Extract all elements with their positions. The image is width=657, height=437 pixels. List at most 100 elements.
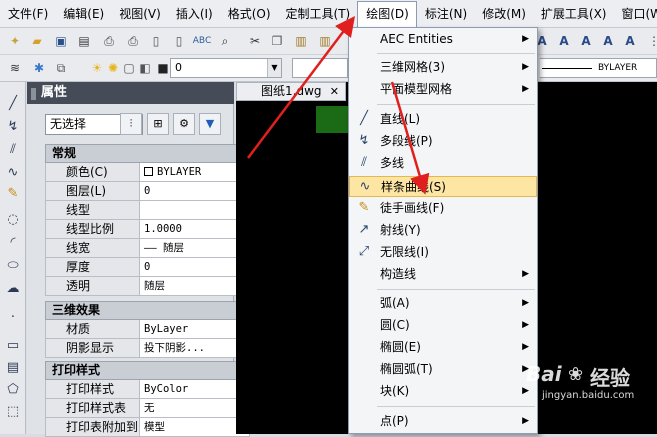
- menu-view[interactable]: 视图(V): [111, 2, 168, 26]
- property-row[interactable]: 线型: [45, 201, 250, 220]
- menu-item-spline[interactable]: ∿样条曲线(S): [349, 176, 537, 197]
- select-objects-icon[interactable]: ⊞: [147, 113, 169, 135]
- property-row[interactable]: 线型比例1.0000: [45, 220, 250, 239]
- print-icon[interactable]: ⎙: [100, 32, 118, 50]
- property-value-text: BYLAYER: [157, 166, 201, 178]
- xline-icon: ⤢: [356, 244, 372, 260]
- menu-draw[interactable]: 绘图(D): [357, 1, 417, 27]
- menu-modify[interactable]: 修改(M): [474, 2, 533, 26]
- property-row[interactable]: 颜色(C)BYLAYER: [45, 163, 250, 182]
- menu-item-freehand[interactable]: ✎徒手画线(F): [349, 198, 537, 219]
- section-title: 常规: [52, 146, 76, 160]
- quick-select-icon[interactable]: ⚙: [173, 113, 195, 135]
- property-row[interactable]: 厚度0: [45, 258, 250, 277]
- menu-window[interactable]: 窗口(W): [614, 2, 657, 26]
- menu-item-elliptic-arc[interactable]: 椭圆弧(T)▶: [349, 359, 537, 380]
- linetype-combo[interactable]: BYLAYER: [540, 58, 657, 78]
- hatch-tool-icon[interactable]: ▤: [3, 360, 23, 378]
- single-text-icon[interactable]: A: [577, 32, 595, 50]
- toggle-pickadd-icon[interactable]: ⫶: [120, 113, 142, 135]
- menu-ext-tools[interactable]: 扩展工具(X): [533, 2, 614, 26]
- menu-item-ellipse[interactable]: 椭圆(E)▶: [349, 337, 537, 358]
- menu-item-planar-mesh[interactable]: 平面模型网格▶: [349, 79, 537, 100]
- menu-item-arc[interactable]: 弧(A)▶: [349, 293, 537, 314]
- save-icon[interactable]: ▣: [52, 32, 70, 50]
- multiline-tool-icon[interactable]: ⫽: [3, 142, 23, 160]
- region-tool-icon[interactable]: ⬚: [3, 404, 23, 422]
- property-value: ByColor: [140, 380, 250, 398]
- line-tool-icon[interactable]: ╱: [3, 96, 23, 114]
- layer-previous-icon[interactable]: ⧉: [52, 59, 70, 77]
- close-icon[interactable]: ✕: [330, 83, 339, 100]
- arc-tool-icon[interactable]: ◜: [3, 235, 23, 253]
- new-file-icon[interactable]: ✦: [6, 32, 24, 50]
- menu-item-polyline[interactable]: ↯多段线(P): [349, 131, 537, 152]
- section-header[interactable]: 常规 ▲: [45, 144, 250, 163]
- edit-text-icon[interactable]: A: [599, 32, 617, 50]
- spline-tool-icon[interactable]: ∿: [3, 165, 23, 183]
- menu-format[interactable]: 格式(O): [220, 2, 278, 26]
- polyline-icon: ↯: [356, 133, 372, 149]
- menu-item-xline[interactable]: ⤢无限线(I): [349, 242, 537, 263]
- spellcheck-icon[interactable]: ABC: [193, 32, 211, 50]
- property-row[interactable]: 材质ByLayer: [45, 320, 250, 339]
- menu-file[interactable]: 文件(F): [0, 2, 55, 26]
- save-all-icon[interactable]: ▤: [75, 32, 93, 50]
- menu-separator: [377, 104, 535, 105]
- menu-insert[interactable]: 插入(I): [168, 2, 220, 26]
- drawn-rectangle[interactable]: [316, 106, 351, 133]
- menu-item-point[interactable]: 点(P)▶: [349, 411, 537, 432]
- color-combo[interactable]: [292, 58, 348, 78]
- property-row[interactable]: 阴影显示投下阴影...: [45, 339, 250, 358]
- section-header[interactable]: 三维效果 ▲: [45, 301, 250, 320]
- property-row[interactable]: 打印样式表无: [45, 399, 250, 418]
- layer-combo[interactable]: 0 ▼: [170, 58, 282, 78]
- menu-item-block[interactable]: 块(K)▶: [349, 381, 537, 402]
- menu-custom-tools[interactable]: 定制工具(T): [278, 2, 358, 26]
- property-row[interactable]: 透明随层: [45, 277, 250, 296]
- open-folder-icon[interactable]: ▰: [28, 32, 46, 50]
- panel-grip[interactable]: [31, 88, 36, 100]
- find-text-icon[interactable]: A: [621, 32, 639, 50]
- publish-icon[interactable]: ▯: [170, 32, 188, 50]
- property-row[interactable]: 线宽—— 随层: [45, 239, 250, 258]
- menu-item-construction[interactable]: 构造线▶: [349, 264, 537, 285]
- layer-state-icon[interactable]: ✱: [30, 59, 48, 77]
- menu-item-multiline[interactable]: ⫽多线: [349, 153, 537, 174]
- section-plot-style: 打印样式 ▲ 打印样式ByColor 打印样式表无 打印表附加到模型: [45, 361, 250, 437]
- plot-icon[interactable]: ⎙: [124, 32, 142, 50]
- menu-item-aec[interactable]: AEC Entities▶: [349, 29, 537, 50]
- section-header[interactable]: 打印样式 ▲: [45, 361, 250, 380]
- polyline-tool-icon[interactable]: ↯: [3, 119, 23, 137]
- circle-tool-icon[interactable]: ◌: [3, 212, 23, 230]
- filter-icon[interactable]: ▼: [199, 113, 221, 135]
- copy-icon[interactable]: ❐: [268, 32, 286, 50]
- freehand-tool-icon[interactable]: ✎: [3, 186, 23, 204]
- ellipse-tool-icon[interactable]: ⬭: [3, 258, 23, 276]
- rectangle-tool-icon[interactable]: ▭: [3, 338, 23, 356]
- menu-item-3d-mesh[interactable]: 三维网格(3)▶: [349, 57, 537, 78]
- match-prop-icon[interactable]: ▥: [316, 32, 334, 50]
- revcloud-tool-icon[interactable]: ☁: [3, 281, 23, 299]
- layer-manager-icon[interactable]: ≋: [6, 59, 24, 77]
- mtext-icon[interactable]: A: [555, 32, 573, 50]
- submenu-arrow-icon: ▶: [522, 293, 529, 314]
- property-row[interactable]: 打印表附加到模型: [45, 418, 250, 437]
- paste-icon[interactable]: ▥: [292, 32, 310, 50]
- menu-edit[interactable]: 编辑(E): [55, 2, 111, 26]
- point-tool-icon[interactable]: ·: [3, 310, 23, 328]
- preview-icon[interactable]: ▯: [147, 32, 165, 50]
- property-value: —— 随层: [140, 239, 250, 257]
- color-swatch-icon[interactable]: ◧: [136, 59, 154, 77]
- menu-dimension[interactable]: 标注(N): [417, 2, 474, 26]
- property-row[interactable]: 打印样式ByColor: [45, 380, 250, 399]
- cut-icon[interactable]: ✂: [246, 32, 264, 50]
- property-row[interactable]: 图层(L)0: [45, 182, 250, 201]
- menu-item-line[interactable]: ╱直线(L): [349, 109, 537, 130]
- document-tab[interactable]: 图纸1.dwg ✕: [236, 82, 346, 101]
- toolbar-more-icon[interactable]: ⋮: [645, 32, 657, 50]
- menu-item-circle[interactable]: 圆(C)▶: [349, 315, 537, 336]
- polygon-tool-icon[interactable]: ⬠: [3, 382, 23, 400]
- menu-item-ray[interactable]: ↗射线(Y): [349, 220, 537, 241]
- find-icon[interactable]: ⌕: [216, 32, 234, 50]
